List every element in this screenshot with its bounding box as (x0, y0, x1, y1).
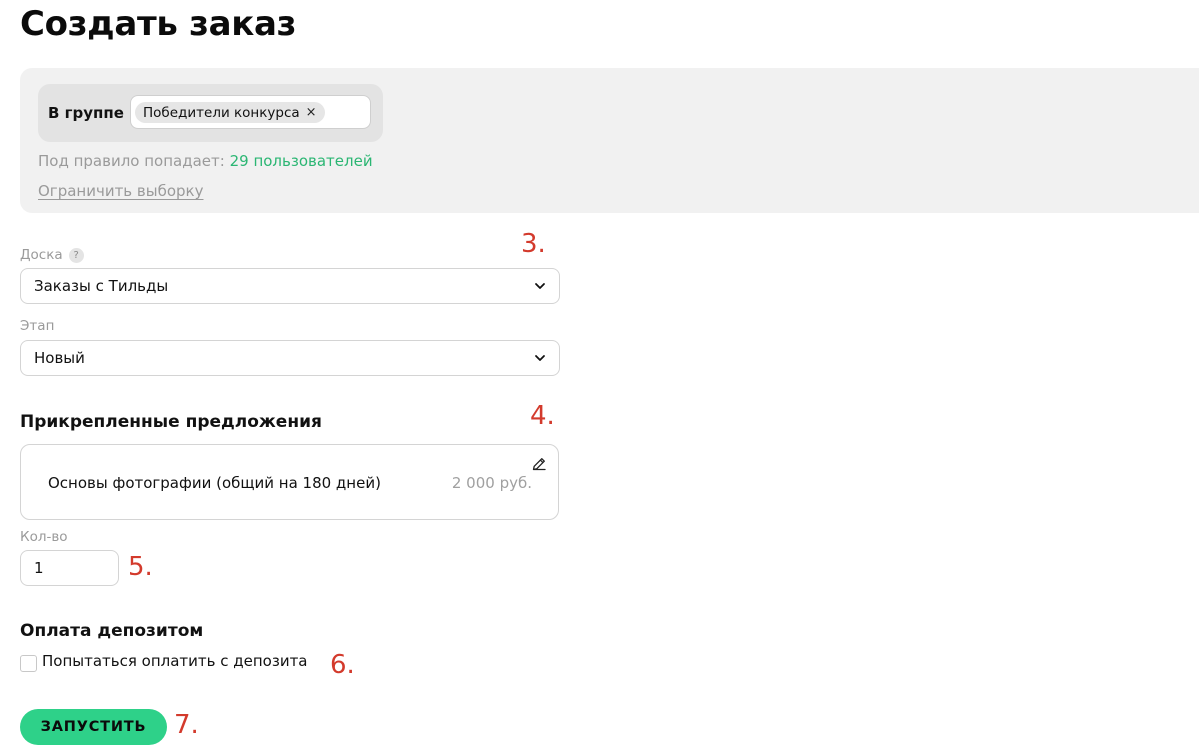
group-filter-label: В группе (48, 104, 124, 122)
stage-select-value: Новый (34, 349, 85, 367)
stage-label: Этап (20, 318, 55, 334)
group-filter: В группе Победители конкурса × (38, 84, 383, 142)
rule-panel: В группе Победители конкурса × Под прави… (20, 68, 1199, 213)
quantity-input[interactable] (20, 550, 119, 586)
close-icon[interactable]: × (306, 106, 317, 119)
offer-name: Основы фотографии (общий на 180 дней) (48, 474, 381, 492)
annotation-4: 4. (530, 401, 555, 431)
question-icon[interactable]: ? (68, 248, 84, 263)
deposit-heading: Оплата депозитом (20, 621, 204, 641)
stage-select[interactable]: Новый (20, 340, 560, 376)
deposit-checkbox[interactable] (20, 655, 37, 672)
annotation-3: 3. (521, 229, 546, 259)
annotation-7: 7. (174, 710, 199, 740)
board-label-text: Доска (20, 247, 63, 263)
page-title: Создать заказ (20, 4, 297, 44)
annotation-6: 6. (330, 650, 355, 680)
annotation-5: 5. (128, 552, 153, 582)
limit-selection-link[interactable]: Ограничить выборку (38, 182, 203, 200)
run-button[interactable]: ЗАПУСТИТЬ (20, 709, 167, 745)
deposit-checkbox-label[interactable]: Попытаться оплатить с депозита (42, 652, 308, 670)
offers-heading: Прикрепленные предложения (20, 412, 322, 432)
rule-match-text: Под правило попадает: 29 пользователей (38, 152, 373, 170)
chevron-down-icon (535, 355, 545, 361)
group-input[interactable]: Победители конкурса × (130, 95, 371, 129)
chevron-down-icon (535, 283, 545, 289)
offer-price: 2 000 руб. (451, 474, 532, 492)
pencil-icon[interactable] (531, 456, 547, 472)
board-label: Доска? (20, 247, 84, 263)
offer-card: Основы фотографии (общий на 180 дней) 2 … (20, 444, 559, 520)
rule-match-count[interactable]: 29 пользователей (230, 152, 373, 170)
board-select[interactable]: Заказы с Тильды (20, 268, 560, 304)
quantity-label: Кол-во (20, 529, 68, 545)
board-select-value: Заказы с Тильды (34, 277, 169, 295)
group-chip[interactable]: Победители конкурса × (135, 102, 325, 123)
group-chip-label: Победители конкурса (143, 104, 300, 121)
rule-match-prefix: Под правило попадает: (38, 152, 225, 170)
